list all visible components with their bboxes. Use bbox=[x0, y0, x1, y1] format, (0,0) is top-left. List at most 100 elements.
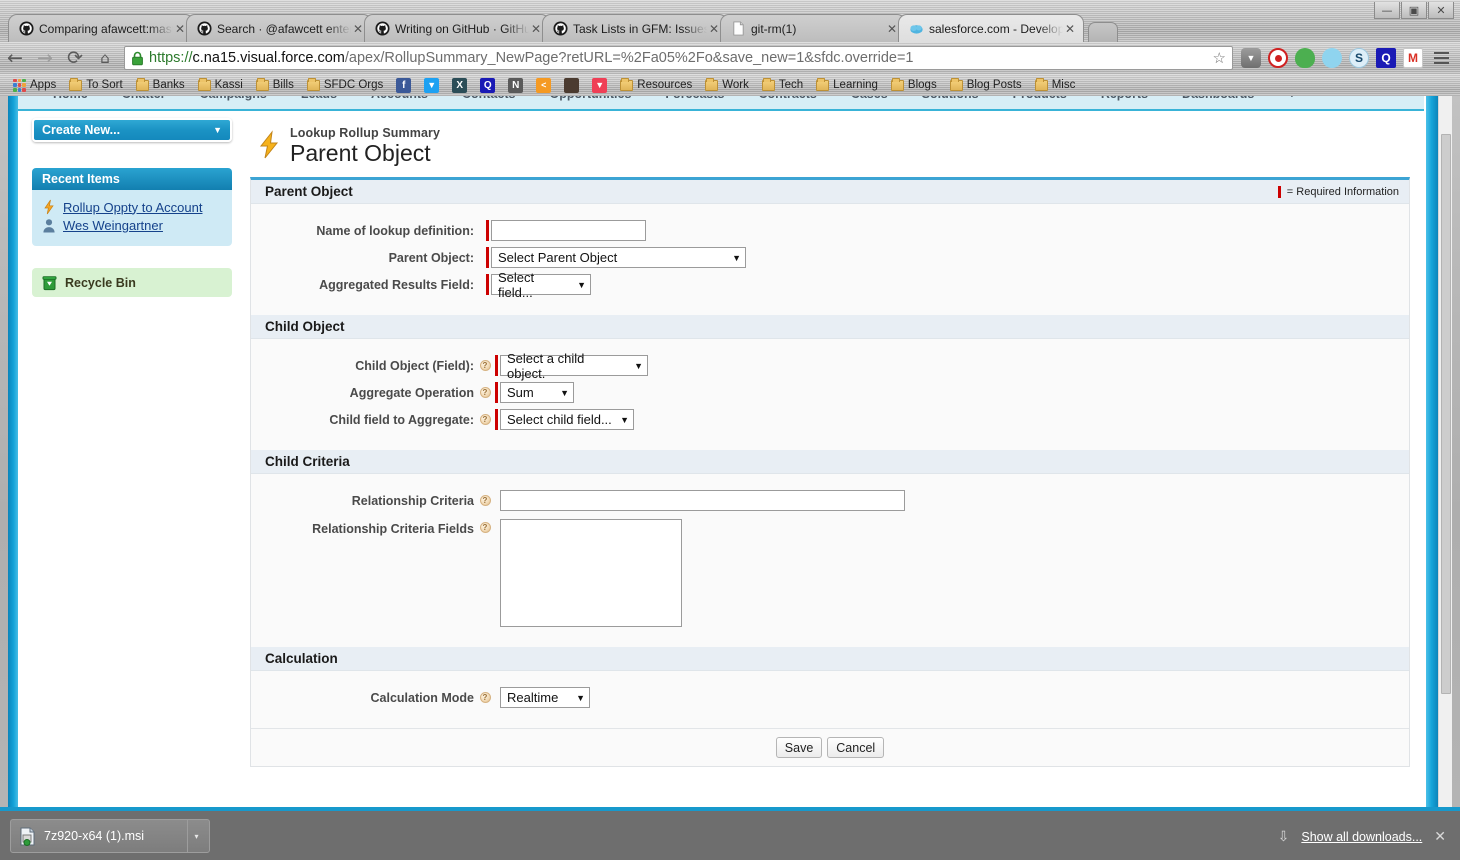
scrollbar-thumb[interactable] bbox=[1441, 134, 1451, 694]
reload-icon[interactable]: ⟳ bbox=[60, 47, 90, 69]
recent-item-link[interactable]: Rollup Oppty to Account bbox=[63, 200, 202, 215]
bookmark-quora[interactable]: Q bbox=[475, 77, 500, 94]
download-item[interactable]: 7z920-x64 (1).msi ▾ bbox=[10, 819, 210, 853]
bookmark-xing[interactable]: X bbox=[447, 77, 472, 94]
bookmark-learning[interactable]: Learning bbox=[811, 77, 883, 92]
relationship-criteria-fields-textarea[interactable] bbox=[500, 519, 682, 628]
bookmark-work[interactable]: Work bbox=[700, 77, 754, 92]
quora-icon[interactable]: Q bbox=[1376, 48, 1396, 68]
close-tab-icon[interactable]: ✕ bbox=[1063, 22, 1077, 36]
calculation-mode-select[interactable]: Realtime ▼ bbox=[500, 687, 590, 709]
bookmark-banks[interactable]: Banks bbox=[131, 77, 190, 92]
browser-tab[interactable]: Comparing afawcett:mast ✕ bbox=[8, 14, 194, 42]
name-of-lookup-definition-input[interactable] bbox=[491, 220, 646, 242]
help-icon[interactable]: ? bbox=[479, 387, 491, 399]
sf-tab-chatter[interactable]: Chatter bbox=[105, 96, 183, 101]
bookmark-to-sort[interactable]: To Sort bbox=[64, 77, 127, 92]
sf-tab-home[interactable]: Home bbox=[36, 96, 105, 101]
browser-tab[interactable]: Writing on GitHub · GitHu ✕ bbox=[364, 14, 550, 42]
buffer-icon[interactable] bbox=[1322, 48, 1342, 68]
recycle-bin-link[interactable]: Recycle Bin bbox=[32, 268, 232, 297]
aggregated-results-field-select[interactable]: Select field... ▼ bbox=[491, 270, 591, 300]
help-icon[interactable]: ? bbox=[479, 495, 491, 507]
close-tab-icon[interactable]: ✕ bbox=[707, 22, 721, 36]
chevron-down-icon: ▼ bbox=[577, 279, 586, 290]
relationship-criteria-input[interactable] bbox=[500, 490, 905, 512]
sf-tab-contracts[interactable]: Contracts bbox=[741, 96, 833, 101]
bookmark-sfdc-orgs[interactable]: SFDC Orgs bbox=[302, 77, 388, 92]
bookmark-blog-posts[interactable]: Blog Posts bbox=[945, 77, 1027, 92]
aggregate-operation-select[interactable]: Sum ▼ bbox=[500, 382, 574, 404]
close-window-button[interactable]: ✕ bbox=[1428, 2, 1454, 19]
address-bar[interactable]: https://c.na15.visual.force.com/apex/Rol… bbox=[124, 46, 1233, 70]
page-right-border bbox=[1426, 96, 1438, 810]
browser-tab-active[interactable]: salesforce.com - Develope ✕ bbox=[898, 14, 1084, 42]
create-new-button[interactable]: Create New... ▼ bbox=[32, 118, 232, 142]
sf-tab-forecasts[interactable]: Forecasts bbox=[648, 96, 741, 101]
bookmark-star-icon[interactable]: ☆ bbox=[1213, 49, 1226, 67]
help-icon[interactable]: ? bbox=[479, 692, 491, 704]
save-button[interactable]: Save bbox=[775, 737, 823, 759]
new-tab-button[interactable] bbox=[1088, 22, 1118, 42]
sf-tab-accounts[interactable]: Accounts bbox=[354, 96, 445, 101]
back-icon[interactable]: ← bbox=[0, 47, 30, 69]
show-all-downloads-link[interactable]: Show all downloads... bbox=[1301, 830, 1422, 844]
bookmark-netvibes[interactable]: N bbox=[503, 77, 528, 94]
bookmark-label: Blog Posts bbox=[966, 79, 1022, 91]
close-tab-icon[interactable]: ✕ bbox=[885, 22, 899, 36]
maximize-button[interactable]: ▣ bbox=[1401, 2, 1427, 19]
gmail-icon[interactable]: M bbox=[1403, 48, 1423, 68]
close-tab-icon[interactable]: ✕ bbox=[351, 22, 365, 36]
chrome-menu-icon[interactable] bbox=[1430, 52, 1452, 64]
evernote-icon[interactable] bbox=[1295, 48, 1315, 68]
close-tab-icon[interactable]: ✕ bbox=[173, 22, 187, 36]
bookmark-label: Banks bbox=[152, 79, 185, 91]
page-scrollbar[interactable] bbox=[1438, 96, 1452, 810]
pocket-icon[interactable]: ▼ bbox=[1241, 48, 1261, 68]
bookmark-blogs[interactable]: Blogs bbox=[886, 77, 942, 92]
bookmark-kassi[interactable]: Kassi bbox=[193, 77, 248, 92]
sf-tab-leads[interactable]: Leads bbox=[284, 96, 354, 101]
sf-tab-solutions[interactable]: Solutions bbox=[905, 96, 996, 101]
bookmark-twitter[interactable]: ▼ bbox=[419, 77, 444, 94]
bookmark-facebook[interactable]: f bbox=[391, 77, 416, 94]
help-icon[interactable]: ? bbox=[479, 360, 491, 372]
browser-tab[interactable]: git-rm(1) ✕ bbox=[720, 14, 906, 42]
sf-tab-dashboards[interactable]: Dashboards bbox=[1165, 96, 1271, 101]
bookmark-misc[interactable]: Misc bbox=[1030, 77, 1081, 92]
sf-tab-reports[interactable]: Reports bbox=[1084, 96, 1165, 101]
sf-tab-more[interactable]: + bbox=[1271, 96, 1312, 101]
recent-item-link[interactable]: Wes Weingartner bbox=[63, 218, 163, 233]
list-item[interactable]: Wes Weingartner bbox=[42, 218, 222, 233]
sf-tab-products[interactable]: Products bbox=[996, 96, 1084, 101]
close-download-bar-icon[interactable]: ✕ bbox=[1434, 828, 1446, 845]
sf-tab-campaigns[interactable]: Campaigns bbox=[183, 96, 284, 101]
child-object-select[interactable]: Select a child object. ▼ bbox=[500, 351, 648, 381]
browser-tab[interactable]: Search · @afawcett enterp ✕ bbox=[186, 14, 372, 42]
help-icon[interactable]: ? bbox=[479, 522, 491, 534]
close-tab-icon[interactable]: ✕ bbox=[529, 22, 543, 36]
bookmark-resources[interactable]: Resources bbox=[615, 77, 697, 92]
child-field-to-aggregate-select[interactable]: Select child field... ▼ bbox=[500, 409, 634, 431]
bookmark-bills[interactable]: Bills bbox=[251, 77, 299, 92]
adblock-icon[interactable] bbox=[1268, 48, 1288, 68]
help-icon-wrap: ? bbox=[477, 387, 493, 399]
bookmark-apps[interactable]: Apps bbox=[8, 78, 61, 93]
home-icon[interactable]: ⌂ bbox=[90, 49, 120, 67]
minimize-button[interactable]: — bbox=[1374, 2, 1400, 19]
forward-icon[interactable]: → bbox=[30, 47, 60, 69]
cancel-button[interactable]: Cancel bbox=[827, 737, 885, 759]
sf-tab-opportunities[interactable]: Opportunities bbox=[532, 96, 648, 101]
sf-tab-cases[interactable]: Cases bbox=[834, 96, 905, 101]
bookmark-tech[interactable]: Tech bbox=[757, 77, 808, 92]
skype-icon[interactable]: S bbox=[1349, 48, 1369, 68]
browser-tab[interactable]: Task Lists in GFM: Issues/P ✕ bbox=[542, 14, 728, 42]
bookmark-pocket[interactable]: ▼ bbox=[587, 77, 612, 94]
parent-object-select[interactable]: Select Parent Object ▼ bbox=[491, 247, 746, 269]
bookmark-avatar[interactable] bbox=[559, 77, 584, 94]
list-item[interactable]: Rollup Oppty to Account bbox=[42, 199, 222, 215]
bookmark-share[interactable]: < bbox=[531, 77, 556, 94]
download-item-menu-icon[interactable]: ▾ bbox=[187, 820, 205, 852]
sf-tab-contacts[interactable]: Contacts bbox=[445, 96, 532, 101]
help-icon[interactable]: ? bbox=[479, 414, 491, 426]
